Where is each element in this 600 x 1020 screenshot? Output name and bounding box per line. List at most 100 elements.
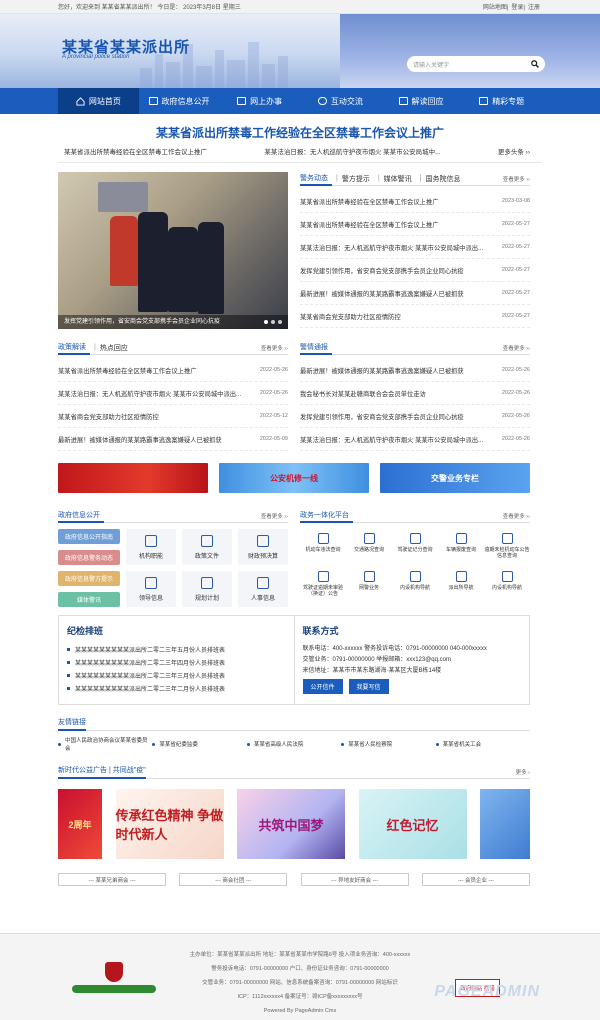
- tab-police-news[interactable]: 警务动态: [300, 172, 332, 186]
- gov-info-button[interactable]: 政府信息公开指南: [58, 529, 120, 544]
- service-item[interactable]: 机动车违法查询: [300, 529, 346, 567]
- public-letters-button[interactable]: 公开信件: [302, 679, 343, 694]
- item-title[interactable]: 某某法治日报：无人机巡航守护夜市烟火 某某市公安局城中派出...: [300, 243, 483, 252]
- item-title[interactable]: 某某省派出所禁毒经验在全区禁毒工作会议上推广: [58, 366, 197, 375]
- item-title[interactable]: 某某省派出所禁毒经验在全区禁毒工作会议上推广: [300, 220, 439, 229]
- item-title[interactable]: 最新进展！被媒体通报的某某路霸事逃逸案嫌疑人已被抓获: [58, 435, 222, 444]
- list-item[interactable]: 发挥党建引领作用，省安商会党支部携手会员企业同心抗疫 2022-05-26: [300, 405, 530, 428]
- headline[interactable]: 某某省派出所禁毒工作经验在全区禁毒工作会议上推广: [0, 124, 600, 140]
- item-title[interactable]: 某某省商会党支部助力社区疫情防控: [300, 312, 401, 321]
- select-member-companies[interactable]: --- 会员企业 ---: [421, 873, 530, 886]
- ad-red-memory[interactable]: 红色记忆: [358, 789, 467, 859]
- list-item[interactable]: 某某省商会党支部助力社区疫情防控 2022-05-12: [58, 405, 288, 428]
- gov-grid-item[interactable]: 规划计划: [182, 571, 232, 607]
- news-more-link[interactable]: 查看更多 ››: [503, 175, 530, 183]
- nav-interaction[interactable]: 互动交流: [300, 88, 381, 114]
- gov-grid-item[interactable]: 人事信息: [238, 571, 288, 607]
- service-item[interactable]: 内设机构导航: [392, 567, 438, 605]
- ad-military[interactable]: [480, 789, 530, 859]
- nav-gov-info[interactable]: 政府信息公开: [139, 88, 220, 114]
- gov-grid-item[interactable]: 领导信息: [126, 571, 176, 607]
- sub-headline-left[interactable]: 某某省派出所禁毒经验在全区禁毒工作会议上推广: [64, 146, 207, 156]
- nav-online-service[interactable]: 网上办事: [219, 88, 300, 114]
- gov-info-button[interactable]: 政府信息警方提示: [58, 571, 120, 586]
- service-item[interactable]: 逾期未检机动车公告信息查询: [484, 529, 530, 567]
- banner-party[interactable]: [58, 463, 208, 493]
- service-item[interactable]: 交通路况查询: [346, 529, 392, 567]
- list-item[interactable]: 我会秘书长对某某赴赣商联合会会员单位走访 2022-05-26: [300, 382, 530, 405]
- ad-anniversary[interactable]: 2周年: [58, 789, 102, 859]
- list-item[interactable]: 某某法治日报：无人机巡航守护夜市烟火 某某市公安局城中派出... 2022-05-…: [300, 236, 530, 259]
- policy-more-link[interactable]: 查看更多 ››: [261, 344, 288, 352]
- banner-traffic[interactable]: 交警业务专栏: [380, 463, 530, 493]
- list-item[interactable]: 某某某某某某某某某派出所二零二三年四月份人员排班表: [67, 656, 286, 669]
- tab-state-council[interactable]: 国务院信息: [425, 174, 464, 184]
- ad-red-spirit[interactable]: 传承红色精神 争做时代新人: [115, 789, 224, 859]
- gov-grid-item[interactable]: 政策文件: [182, 529, 232, 565]
- search-box[interactable]: 请输入关键字: [407, 56, 545, 72]
- search-input[interactable]: 请输入关键字: [413, 60, 449, 69]
- list-item[interactable]: 某某省派出所禁毒经验在全区禁毒工作会议上推广 2022-05-26: [58, 359, 288, 382]
- banner-police-frontline[interactable]: 公安机修一线: [219, 463, 369, 493]
- item-title[interactable]: 最新进展！被媒体通报的某某路霸事逃逸案嫌疑人已被抓获: [300, 289, 464, 298]
- friend-link[interactable]: 某某省纪委监委: [152, 739, 246, 749]
- item-title[interactable]: 某某省派出所禁毒经验在全区禁毒工作会议上推广: [300, 197, 439, 206]
- gov-info-button[interactable]: 政府信息警务动态: [58, 550, 120, 565]
- search-icon[interactable]: [531, 60, 539, 68]
- item-title[interactable]: 发挥党建引领作用，省安商会党支部携手会员企业同心抗疫: [300, 266, 464, 275]
- select-remote-chambers[interactable]: --- 异地友好商会 ---: [300, 873, 409, 886]
- nav-home[interactable]: 网站首页: [58, 88, 139, 114]
- service-item[interactable]: 派出所导航: [438, 567, 484, 605]
- list-item[interactable]: 最新进展！被媒体通报的某某路霸事逃逸案嫌疑人已被抓获 2022-05-09: [58, 428, 288, 451]
- item-title[interactable]: 我会秘书长对某某赴赣商联合会会员单位走访: [300, 389, 426, 398]
- gov-grid-item[interactable]: 机构职能: [126, 529, 176, 565]
- service-item[interactable]: 驾驶证记分查询: [392, 529, 438, 567]
- tab-media-alerts[interactable]: 媒体警讯: [384, 174, 416, 184]
- gov-info-title[interactable]: 政府信息公开: [58, 509, 104, 523]
- list-item[interactable]: 某某某某某某某某某派出所二零二三年五月份人员排班表: [67, 643, 286, 656]
- friend-link[interactable]: 某某省高级人民法院: [247, 739, 341, 749]
- tab-policy[interactable]: 政策解读: [58, 341, 90, 355]
- list-item[interactable]: 某某法治日报：无人机巡航守护夜市烟火 某某市公安局城中派出... 2022-05-…: [300, 428, 530, 451]
- list-item[interactable]: 某某某某某某某某某派出所二零二三年二月份人员排班表: [67, 682, 286, 695]
- nav-topics[interactable]: 精彩专题: [461, 88, 542, 114]
- alert-more-link[interactable]: 查看更多 ››: [503, 344, 530, 352]
- list-item[interactable]: 最新进展！被媒体通报的某某路霸事逃逸案嫌疑人已被抓获 2022-05-27: [300, 282, 530, 305]
- service-title[interactable]: 政务一体化平台: [300, 509, 353, 523]
- service-item[interactable]: 驾驶证逾期未审验（换证）公告: [300, 567, 346, 605]
- photo-carousel[interactable]: 发挥党建引领作用，省安商会党支部携手会员企业同心抗疫: [58, 172, 288, 329]
- list-item[interactable]: 某某省派出所禁毒经验在全区禁毒工作会议上推广 2022-05-27: [300, 213, 530, 236]
- list-item[interactable]: 某某省派出所禁毒经验在全区禁毒工作会议上推广 2023-03-08: [300, 190, 530, 213]
- nav-response[interactable]: 解读回应: [381, 88, 462, 114]
- ads-title[interactable]: 新时代公益广告 | 共同战"疫": [58, 765, 146, 779]
- list-item[interactable]: 某某法治日报：无人机巡航守护夜市烟火 某某市公安局城中派出... 2022-05-…: [58, 382, 288, 405]
- sitemap-link[interactable]: 网站地图: [483, 5, 507, 11]
- more-headlines-link[interactable]: 更多头条 ››: [498, 146, 530, 156]
- register-link[interactable]: 注册: [528, 5, 540, 11]
- gov-info-button[interactable]: 媒体警讯: [58, 592, 120, 607]
- tab-alerts[interactable]: 警情通报: [300, 341, 332, 355]
- service-item[interactable]: 车辆报废查询: [438, 529, 484, 567]
- gov-more-link[interactable]: 查看更多 ››: [261, 512, 288, 520]
- list-item[interactable]: 发挥党建引领作用，省安商会党支部携手会员企业同心抗疫 2022-05-27: [300, 259, 530, 282]
- list-item[interactable]: 某某某某某某某某某派出所二零二三年三月份人员排班表: [67, 669, 286, 682]
- write-letter-button[interactable]: 我要写信: [348, 679, 389, 694]
- friend-link[interactable]: 中国人民政治协商会议某某省委员会: [58, 738, 152, 752]
- service-item[interactable]: 网警业务: [346, 567, 392, 605]
- login-link[interactable]: 登录: [511, 5, 523, 11]
- item-title[interactable]: 某某法治日报：无人机巡航守护夜市烟火 某某市公安局城中派出...: [300, 435, 483, 444]
- tab-hot-response[interactable]: 热点回应: [100, 343, 132, 353]
- carousel-caption[interactable]: 发挥党建引领作用，省安商会党支部携手会员企业同心抗疫: [58, 315, 288, 329]
- gov-grid-item[interactable]: 财政预决算: [238, 529, 288, 565]
- friend-link[interactable]: 某某省人民检察院: [341, 739, 435, 749]
- list-item[interactable]: 某某省商会党支部助力社区疫情防控 2022-05-27: [300, 305, 530, 328]
- friend-link[interactable]: 某某省机关工会: [436, 739, 530, 749]
- select-chamber-groups[interactable]: --- 商会社团 ---: [179, 873, 288, 886]
- tab-police-tips[interactable]: 警方提示: [342, 174, 374, 184]
- carousel-dots[interactable]: [264, 320, 282, 324]
- service-more-link[interactable]: 查看更多 ››: [503, 512, 530, 520]
- item-title[interactable]: 最新进展！被媒体通报的某某路霸事逃逸案嫌疑人已被抓获: [300, 366, 464, 375]
- list-item[interactable]: 最新进展！被媒体通报的某某路霸事逃逸案嫌疑人已被抓获 2022-05-26: [300, 359, 530, 382]
- item-title[interactable]: 某某省商会党支部助力社区疫情防控: [58, 412, 159, 421]
- ad-china-dream[interactable]: 共筑中国梦: [237, 789, 345, 859]
